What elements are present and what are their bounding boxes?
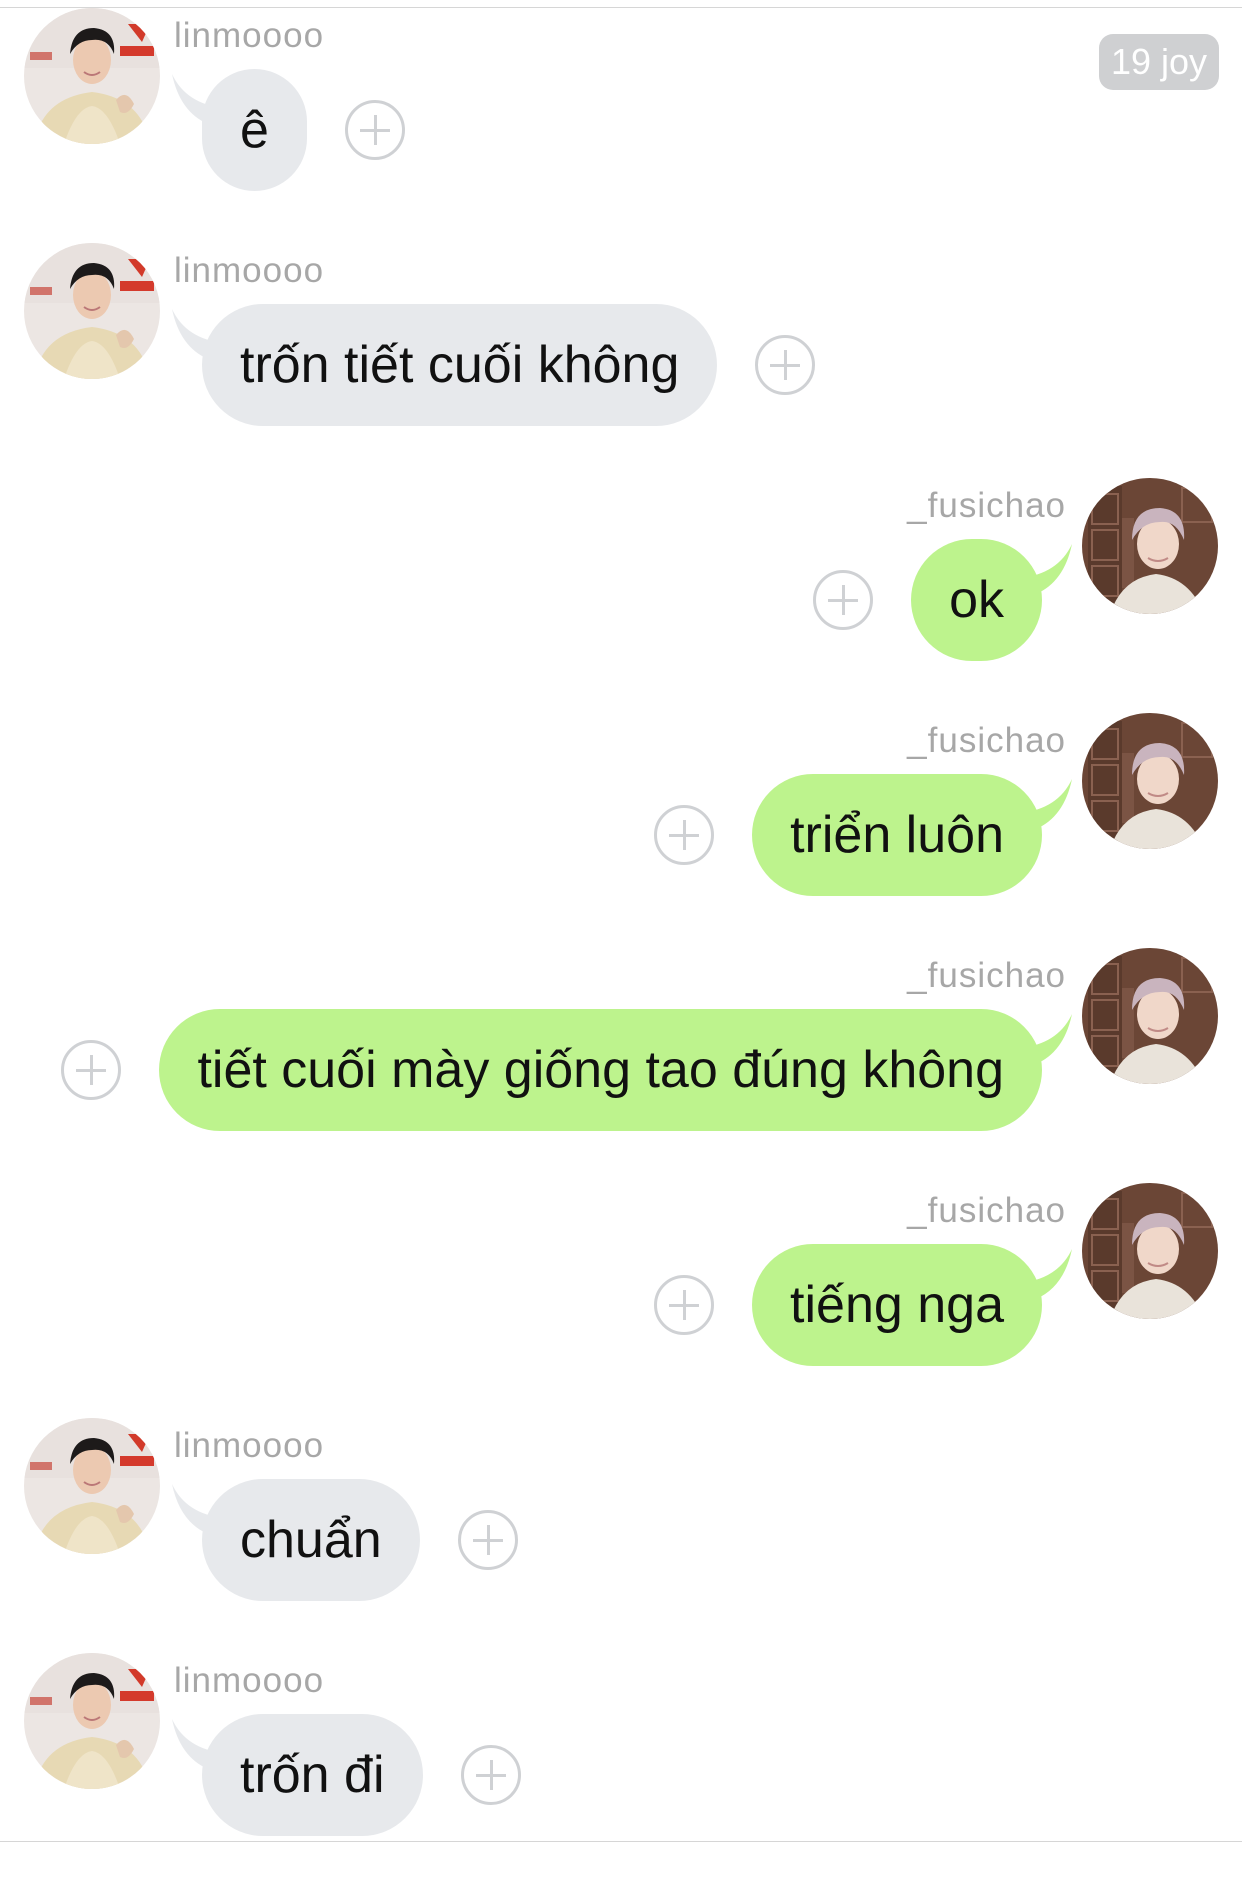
avatar[interactable]: [24, 8, 160, 144]
bottom-divider: [0, 1841, 1242, 1842]
avatar[interactable]: [1082, 948, 1218, 1084]
message-bubble[interactable]: ok: [911, 539, 1042, 661]
message-bubble[interactable]: triển luôn: [752, 774, 1042, 896]
sender-name: linmoooo: [174, 1426, 325, 1465]
avatar[interactable]: [1082, 1183, 1218, 1319]
add-reaction-icon[interactable]: [61, 1040, 121, 1100]
add-reaction-icon[interactable]: [654, 1275, 714, 1335]
avatar[interactable]: [24, 1653, 160, 1789]
top-divider: [0, 0, 1242, 8]
sender-name: _fusichao: [907, 721, 1066, 760]
sender-name: _fusichao: [907, 486, 1066, 525]
message-bubble[interactable]: chuẩn: [202, 1479, 420, 1601]
message-bubble[interactable]: trốn tiết cuối không: [202, 304, 718, 426]
sender-name: _fusichao: [907, 956, 1066, 995]
add-reaction-icon[interactable]: [813, 570, 873, 630]
message-row: linmoooo trốn đi: [0, 1653, 1242, 1888]
add-reaction-icon[interactable]: [458, 1510, 518, 1570]
message-row: linmoooo ê: [0, 8, 1242, 243]
message-row: linmoooo trốn tiết cuối không: [0, 243, 1242, 478]
add-reaction-icon[interactable]: [345, 100, 405, 160]
avatar[interactable]: [1082, 713, 1218, 849]
message-row: _fusichao tiết cuối mày giống tao đúng kh…: [0, 948, 1242, 1183]
message-bubble[interactable]: ê: [202, 69, 307, 191]
avatar[interactable]: [1082, 478, 1218, 614]
sender-name: linmoooo: [174, 1661, 325, 1700]
message-bubble[interactable]: tiếng nga: [752, 1244, 1042, 1366]
add-reaction-icon[interactable]: [755, 335, 815, 395]
sender-name: _fusichao: [907, 1191, 1066, 1230]
message-bubble[interactable]: trốn đi: [202, 1714, 423, 1836]
message-row: linmoooo chuẩn: [0, 1418, 1242, 1653]
sender-name: linmoooo: [174, 16, 325, 55]
add-reaction-icon[interactable]: [654, 805, 714, 865]
message-row: _fusichao triển luôn: [0, 713, 1242, 948]
message-bubble[interactable]: tiết cuối mày giống tao đúng không: [159, 1009, 1042, 1131]
message-row: _fusichao tiếng nga: [0, 1183, 1242, 1418]
sender-name: linmoooo: [174, 251, 325, 290]
avatar[interactable]: [24, 1418, 160, 1554]
message-row: _fusichaook: [0, 478, 1242, 713]
avatar[interactable]: [24, 243, 160, 379]
add-reaction-icon[interactable]: [461, 1745, 521, 1805]
